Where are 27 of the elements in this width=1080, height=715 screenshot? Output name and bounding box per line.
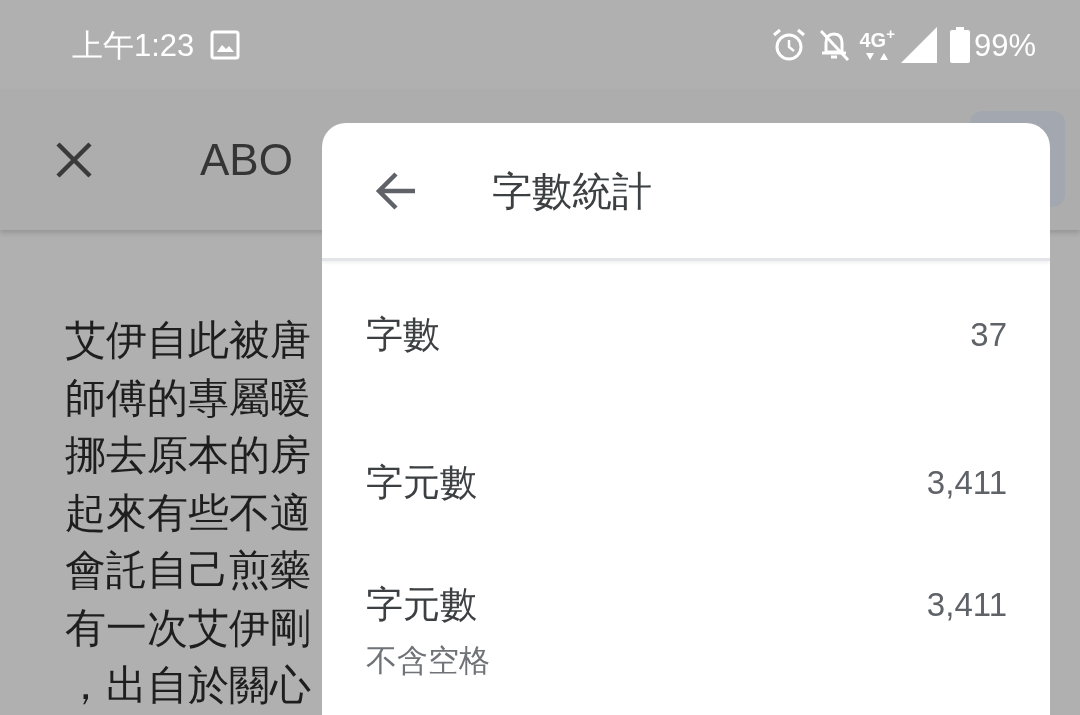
alarm-icon: [771, 28, 806, 62]
status-time: 上午1:23: [72, 29, 195, 61]
stat-sublabel: 不含空格: [366, 642, 490, 680]
battery-percent: 99%: [973, 29, 1036, 61]
stat-label: 字元數: [366, 583, 477, 627]
stat-value: 3,411: [926, 585, 1007, 625]
document-title: ABO: [200, 138, 293, 182]
image-icon: [210, 30, 241, 60]
document-text-line: 有一次艾伊剛: [65, 603, 311, 653]
stat-value: 3,411: [926, 463, 1007, 503]
bell-off-icon: [817, 28, 850, 62]
network-type: 4G$^{+}$: [859, 29, 895, 50]
stat-value: 37: [970, 315, 1007, 355]
close-icon[interactable]: [55, 141, 93, 179]
document-text-line: 艾伊自此被唐: [65, 316, 311, 365]
dialog-title: 字數統計: [492, 170, 652, 211]
document-text-line: 挪去原本的房: [65, 431, 311, 480]
stat-label: 字數: [366, 313, 440, 357]
document-text-line: 會託自己煎藥: [65, 546, 311, 595]
document-text-line: 師傅的專屬暖: [65, 373, 311, 423]
document-text-line: ，出自於關心: [65, 661, 311, 710]
battery-icon: [949, 27, 970, 63]
data-arrows-icon: [866, 51, 889, 61]
back-icon[interactable]: [375, 170, 417, 211]
signal-icon: [900, 27, 937, 63]
document-text-line: 起來有些不適: [65, 488, 311, 538]
stat-label: 字元數: [366, 461, 477, 505]
